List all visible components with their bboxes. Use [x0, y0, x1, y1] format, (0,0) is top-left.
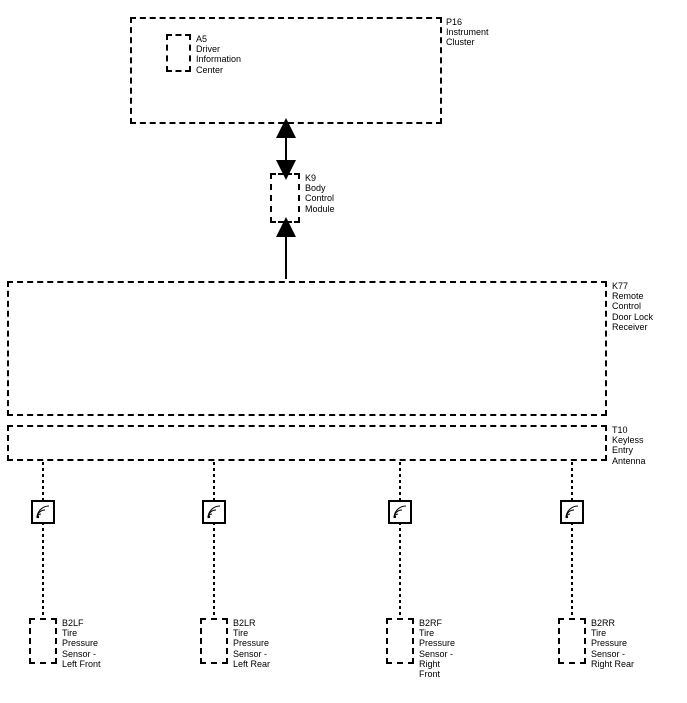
label-p16-code: P16	[446, 17, 462, 27]
label-t10-code: T10	[612, 425, 628, 435]
label-k77-code: K77	[612, 281, 628, 291]
label-b2lf-code: B2LF	[62, 618, 84, 628]
rf-icon-rf	[388, 500, 412, 524]
label-b2lr-name: Tire Pressure Sensor - Left Rear	[233, 628, 270, 669]
block-b2lr	[200, 618, 228, 664]
label-b2rr-name: Tire Pressure Sensor - Right Rear	[591, 628, 634, 669]
label-b2lf-name: Tire Pressure Sensor - Left Front	[62, 628, 101, 669]
label-b2lr-code: B2LR	[233, 618, 256, 628]
block-b2lf	[29, 618, 57, 664]
label-p16-name: Instrument Cluster	[446, 27, 489, 48]
label-b2rr-code: B2RR	[591, 618, 615, 628]
block-k9	[270, 173, 300, 223]
block-b2rf	[386, 618, 414, 664]
label-k9-code: K9	[305, 173, 316, 183]
label-b2rf-code: B2RF	[419, 618, 442, 628]
label-a5-name: Driver Information Center	[196, 44, 241, 75]
label-k9-name: Body Control Module	[305, 183, 335, 214]
block-b2rr	[558, 618, 586, 664]
rf-icon-lf	[31, 500, 55, 524]
block-k77	[7, 281, 607, 416]
rf-icon-rr	[560, 500, 584, 524]
block-t10	[7, 425, 607, 461]
label-t10-name: Keyless Entry Antenna	[612, 435, 646, 466]
label-b2rf-name: Tire Pressure Sensor - Right Front	[419, 628, 455, 680]
label-k77-name: Remote Control Door Lock Receiver	[612, 291, 653, 332]
label-a5-code: A5	[196, 34, 207, 44]
block-a5	[166, 34, 191, 72]
rf-icon-lr	[202, 500, 226, 524]
